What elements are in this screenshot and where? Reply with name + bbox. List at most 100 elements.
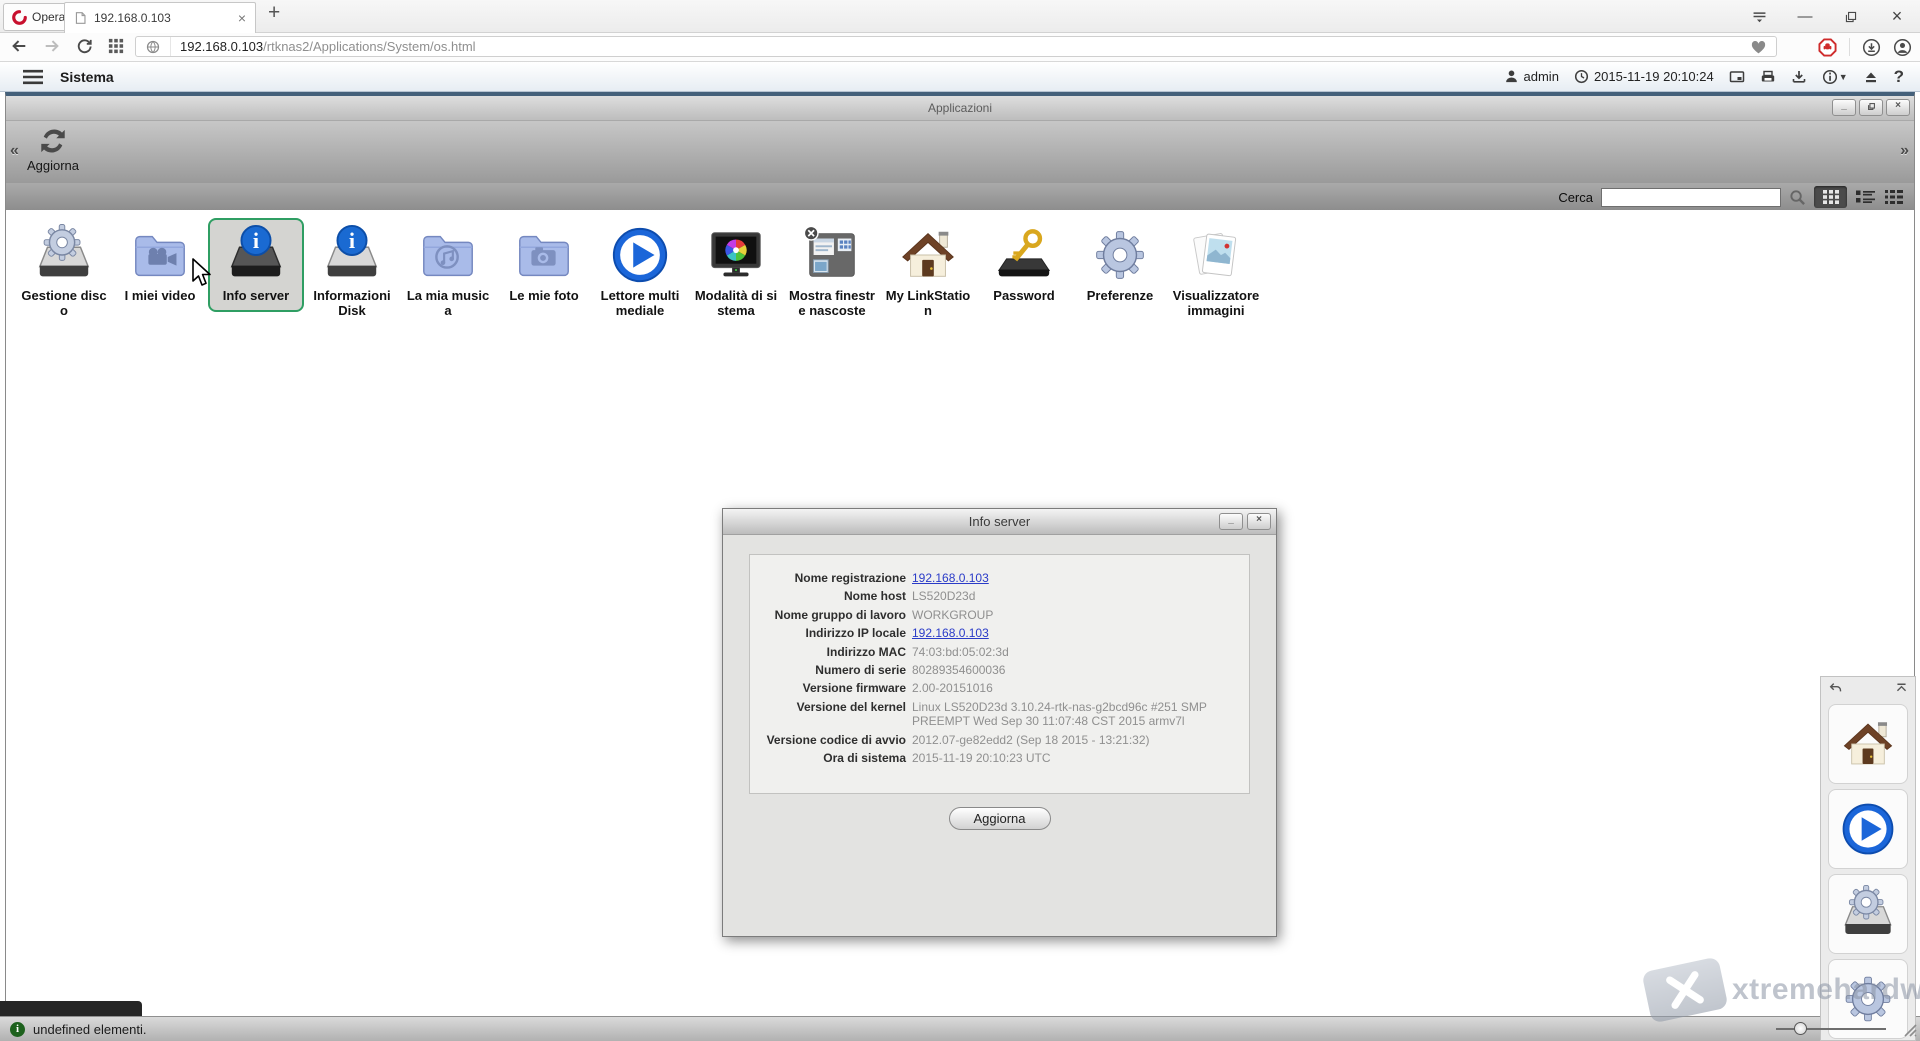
reload-icon[interactable] [76, 38, 93, 55]
dialog-row-label: Versione del kernel [750, 700, 906, 729]
app-item-lettore-multimediale[interactable]: Lettore multimediale [592, 218, 688, 326]
app-item-modalit-di-sistema[interactable]: Modalità di sistema [688, 218, 784, 326]
dialog-row-label: Nome gruppo di lavoro [750, 608, 906, 622]
dialog-row-label: Nome host [750, 589, 906, 603]
dialog-row-label: Numero di serie [750, 663, 906, 677]
adblock-badge-icon[interactable] [1818, 38, 1837, 57]
dock-tile-play-circle[interactable] [1828, 789, 1908, 869]
window-restore-icon[interactable] [1859, 99, 1883, 116]
grid-view-button[interactable] [1814, 186, 1847, 208]
dock-header [1821, 677, 1915, 699]
browser-tab[interactable]: 192.168.0.103 × [64, 2, 256, 33]
app-item-informazioni-disk[interactable]: i Informazioni Disk [304, 218, 400, 326]
drive-gear-icon [1839, 885, 1897, 943]
search-icon[interactable] [1789, 189, 1806, 206]
app-item-le-mie-foto[interactable]: Le mie foto [496, 218, 592, 312]
tab-title: 192.168.0.103 [94, 11, 171, 25]
back-icon[interactable] [10, 37, 28, 55]
app-label-preferenze: Preferenze [1074, 286, 1166, 304]
app-item-mostra-finestre-nascoste[interactable]: Mostra finestre nascoste [784, 218, 880, 326]
dialog-row-value: 2.00-20151016 [912, 681, 1239, 695]
logged-user[interactable]: admin [1504, 69, 1559, 84]
dock-tile-house[interactable] [1828, 704, 1908, 784]
profile-icon[interactable] [1893, 38, 1912, 57]
site-badge-icon[interactable] [136, 37, 171, 56]
download-tray-icon[interactable] [1791, 69, 1807, 85]
clock-icon [1574, 69, 1589, 84]
status-info-icon: i [10, 1022, 25, 1037]
app-label-password: Password [978, 286, 1070, 304]
refresh-button[interactable]: Aggiorna [20, 126, 86, 173]
browser-address-bar: 192.168.0.103/rtknas2/Applications/Syste… [0, 33, 1920, 62]
drive-info-icon: i [306, 224, 398, 286]
restore-icon[interactable] [1828, 0, 1874, 33]
window-minimize-icon[interactable]: _ [1832, 99, 1856, 116]
applications-window-titlebar[interactable]: Applicazioni _ × [6, 96, 1914, 121]
dialog-titlebar[interactable]: Info server _ × [723, 509, 1276, 535]
app-item-preferenze[interactable]: Preferenze [1072, 218, 1168, 312]
resize-grip[interactable] [1902, 1022, 1918, 1037]
dialog-minimize-icon[interactable]: _ [1219, 513, 1243, 530]
bookmark-heart-icon[interactable] [1750, 39, 1776, 55]
app-item-gestione-disco[interactable]: Gestione disco [16, 218, 112, 326]
remote-display-icon[interactable] [1729, 69, 1745, 85]
svg-text:i: i [349, 228, 355, 253]
info-menu-icon[interactable]: ▼ [1822, 69, 1848, 85]
app-item-info-server[interactable]: i Info server [208, 218, 304, 312]
search-label: Cerca [1558, 190, 1593, 205]
eject-icon[interactable] [1863, 69, 1879, 85]
forward-icon[interactable] [43, 37, 61, 55]
minimize-icon[interactable]: — [1782, 0, 1828, 33]
device-icon[interactable] [1760, 69, 1776, 85]
app-item-password[interactable]: Password [976, 218, 1072, 312]
speed-dial-icon[interactable] [108, 38, 124, 54]
zoom-slider-knob[interactable] [1794, 1022, 1807, 1035]
screen: Opera 192.168.0.103 × + — × [0, 0, 1920, 1041]
search-input[interactable] [1601, 188, 1781, 207]
house-icon [882, 224, 974, 286]
svg-text:i: i [253, 228, 259, 253]
detail-view-button[interactable] [1884, 189, 1904, 205]
dialog-row-value: 2015-11-19 20:10:23 UTC [912, 751, 1239, 765]
dock-tile-drive-gear[interactable] [1828, 874, 1908, 954]
url-field[interactable]: 192.168.0.103/rtknas2/Applications/Syste… [135, 36, 1777, 57]
dialog-title: Info server [969, 514, 1030, 529]
dialog-refresh-button[interactable]: Aggiorna [949, 807, 1051, 830]
app-label-visualizzatore-immagini: Visualizzatore immagini [1170, 286, 1262, 318]
opera-tab-menu-icon[interactable] [1736, 0, 1782, 33]
browser-tab-bar: Opera 192.168.0.103 × + — × [0, 0, 1920, 33]
app-item-my-linkstation[interactable]: My LinkStation [880, 218, 976, 326]
window-close-icon[interactable]: × [1886, 99, 1910, 116]
zoom-slider-track[interactable] [1776, 1028, 1886, 1030]
dialog-buttons: _ × [1219, 513, 1271, 530]
close-icon[interactable]: × [1874, 0, 1920, 33]
dialog-value-link[interactable]: 192.168.0.103 [912, 626, 989, 640]
app-item-la-mia-musica[interactable]: La mia musica [400, 218, 496, 326]
app-item-visualizzatore-immagini[interactable]: Visualizzatore immagini [1168, 218, 1264, 326]
nas-menu-title[interactable]: Sistema [60, 69, 114, 85]
system-clock[interactable]: 2015-11-19 20:10:24 [1574, 69, 1714, 84]
dock-collapse-icon[interactable] [1895, 681, 1908, 694]
refresh-label: Aggiorna [27, 158, 79, 173]
zoom-slider[interactable] [1768, 1016, 1894, 1041]
tab-close-icon[interactable]: × [238, 11, 246, 25]
toolbar-collapse-left-icon[interactable]: « [10, 142, 19, 160]
dialog-close-icon[interactable]: × [1247, 513, 1271, 530]
dialog-row-label: Versione firmware [750, 681, 906, 695]
app-label-info-server: Info server [210, 286, 302, 304]
refresh-icon [38, 126, 68, 156]
new-tab-button[interactable]: + [268, 1, 280, 25]
menu-hamburger-icon[interactable] [22, 69, 44, 85]
play-circle-icon [594, 224, 686, 286]
info-server-dialog: Info server _ × Nome registrazione192.16… [722, 508, 1277, 937]
list-view-button[interactable] [1855, 189, 1876, 205]
dialog-value-link[interactable]: 192.168.0.103 [912, 571, 989, 585]
house-icon [1839, 715, 1897, 773]
dock-undo-icon[interactable] [1828, 681, 1843, 695]
toolbar-overflow-icon[interactable]: » [1900, 142, 1909, 160]
downloads-icon[interactable] [1862, 38, 1881, 57]
folder-music-icon [402, 224, 494, 286]
nas-menu-bar: Sistema admin 2015-11-19 20:10:24 ▼? [0, 62, 1920, 92]
help-icon[interactable]: ? [1894, 67, 1904, 87]
app-label-modalit-di-sistema: Modalità di sistema [690, 286, 782, 318]
